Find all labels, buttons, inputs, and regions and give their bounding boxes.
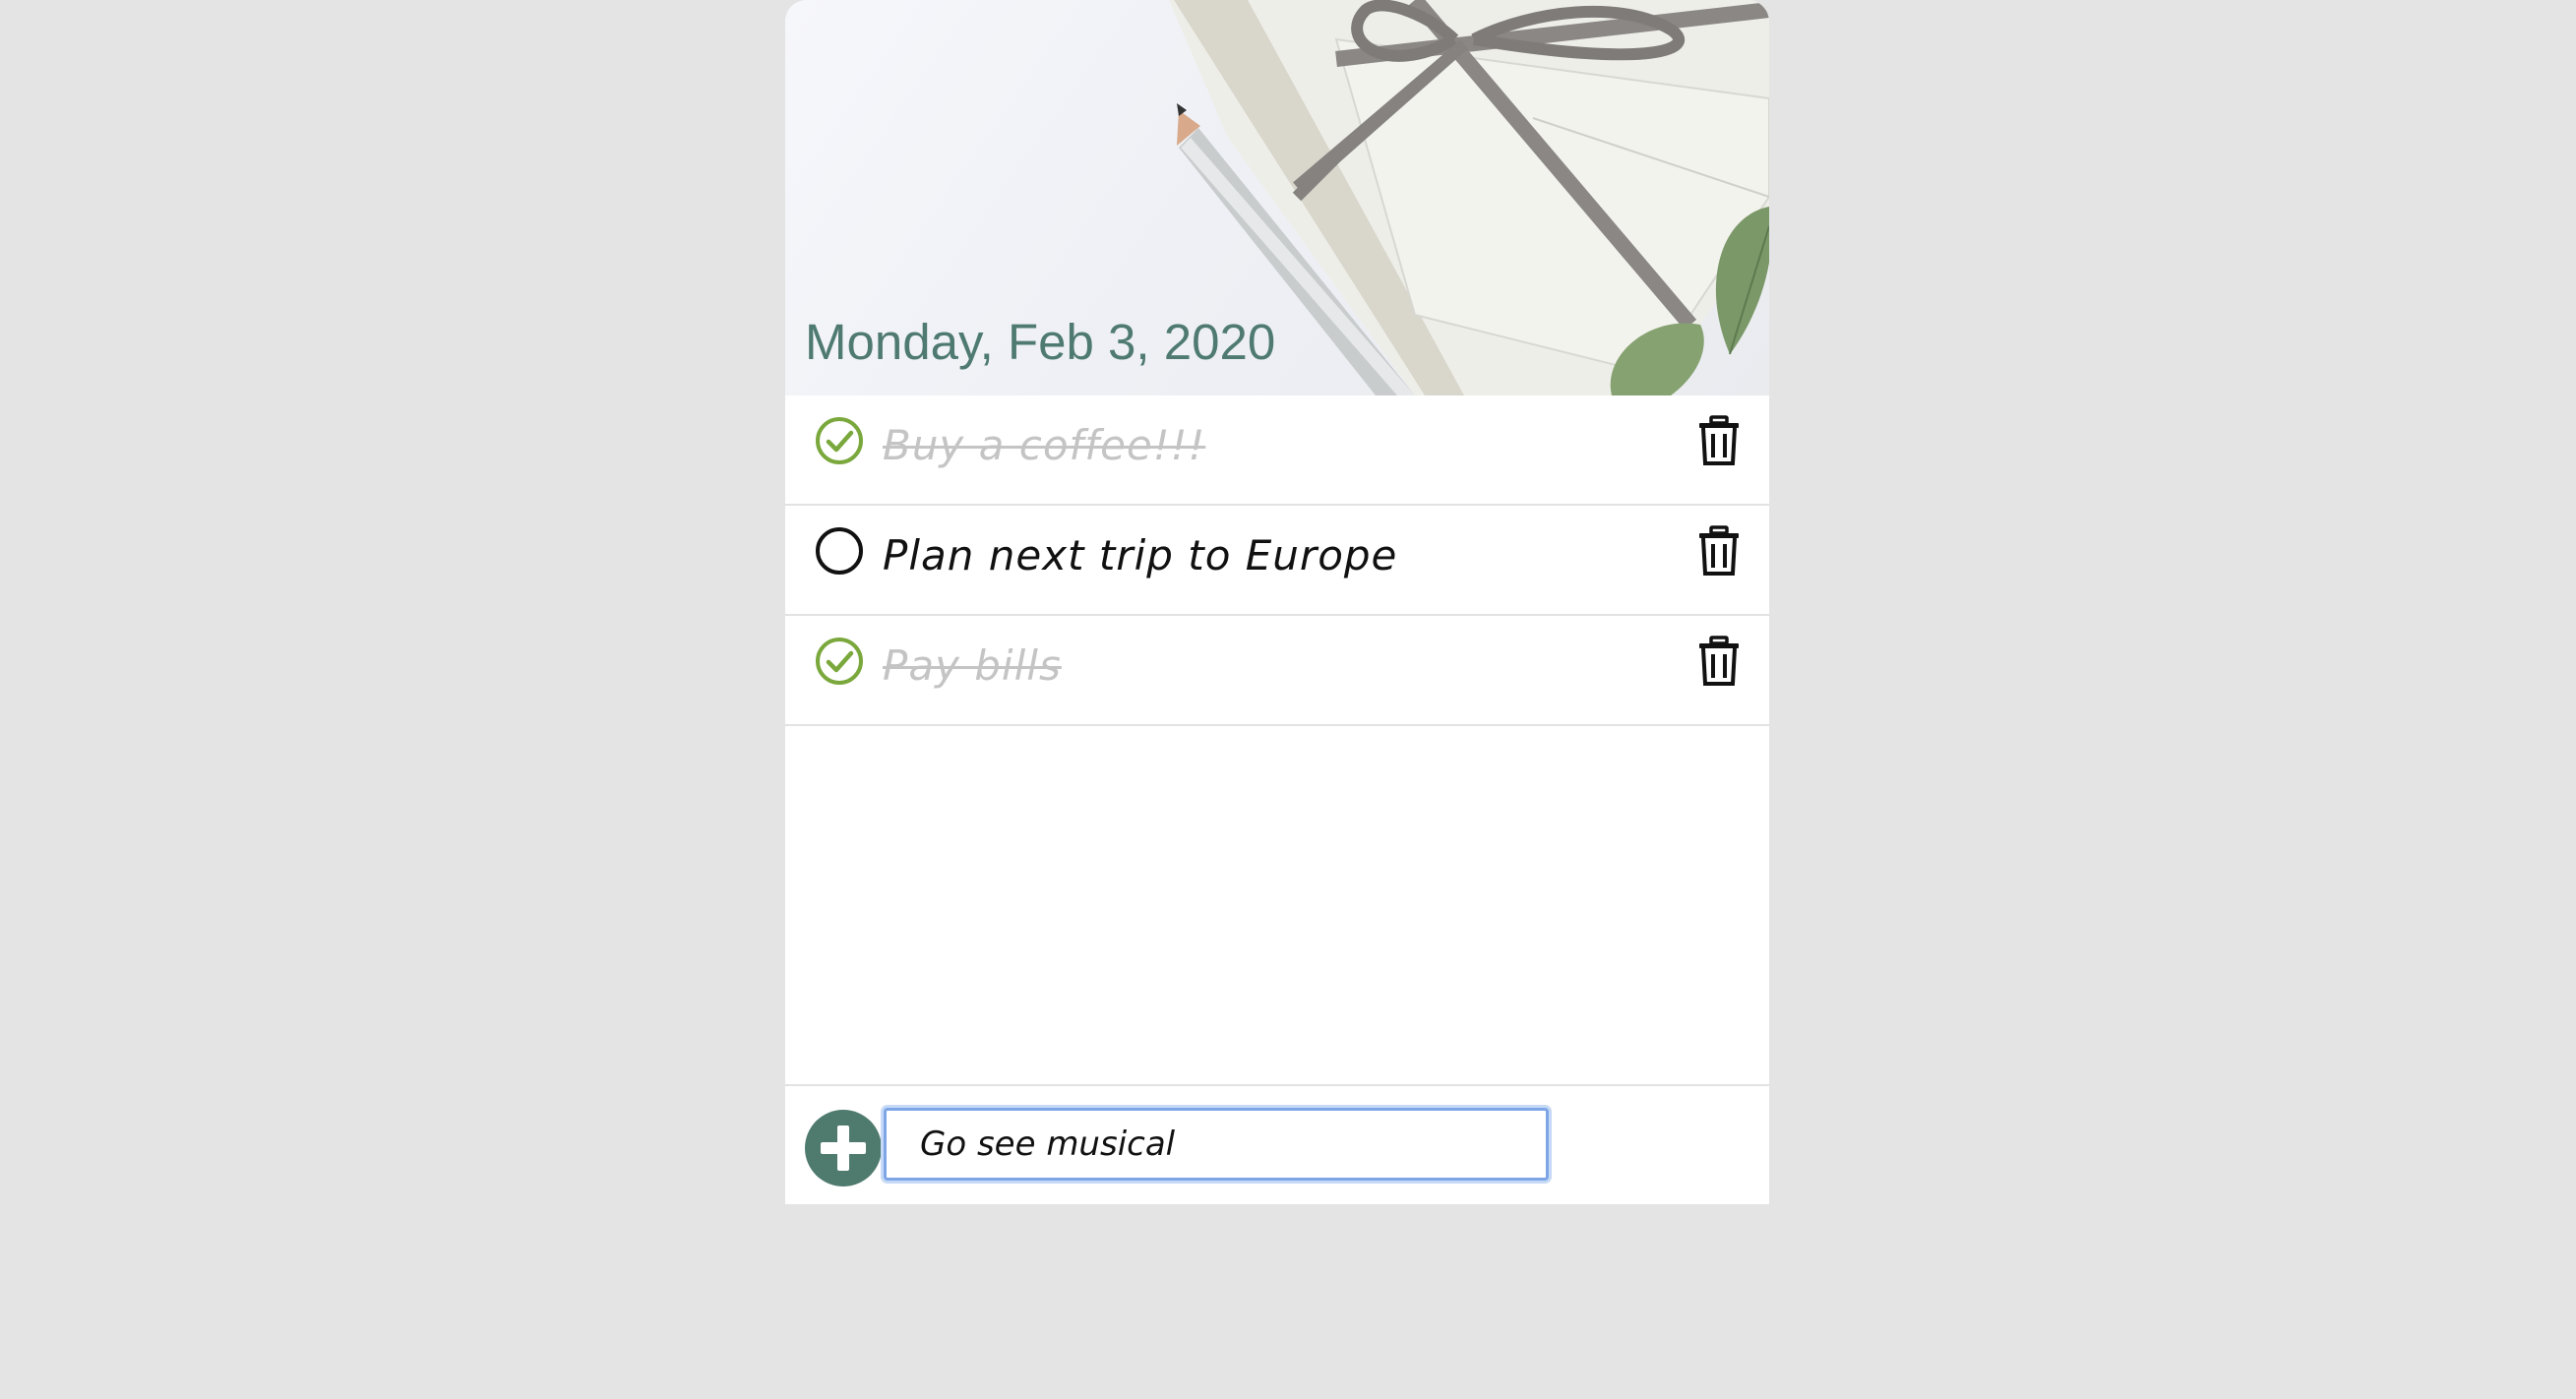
checked-circle-icon[interactable]: [814, 415, 865, 466]
new-task-input[interactable]: [884, 1108, 1549, 1181]
trash-icon[interactable]: [1696, 636, 1742, 687]
todo-item: Pay bills: [785, 616, 1769, 726]
checked-circle-icon[interactable]: [814, 636, 865, 687]
plus-icon: [821, 1125, 866, 1171]
todo-app: Monday, Feb 3, 2020 Buy a coffee!!! Plan…: [785, 0, 1769, 1204]
todo-text[interactable]: Plan next trip to Europe: [883, 531, 1397, 579]
trash-icon[interactable]: [1696, 415, 1742, 466]
add-task-bar: [785, 1084, 1769, 1204]
todo-item: Plan next trip to Europe: [785, 506, 1769, 616]
todo-item: Buy a coffee!!!: [785, 395, 1769, 506]
empty-circle-icon[interactable]: [814, 525, 865, 577]
todo-text[interactable]: Pay bills: [883, 641, 1062, 690]
todo-list: Buy a coffee!!! Plan next trip to Europe: [785, 395, 1769, 726]
header-banner: Monday, Feb 3, 2020: [785, 0, 1769, 395]
todo-text[interactable]: Buy a coffee!!!: [883, 421, 1205, 469]
page-title: Monday, Feb 3, 2020: [805, 314, 1276, 370]
add-task-button[interactable]: [805, 1110, 882, 1186]
trash-icon[interactable]: [1696, 525, 1742, 577]
